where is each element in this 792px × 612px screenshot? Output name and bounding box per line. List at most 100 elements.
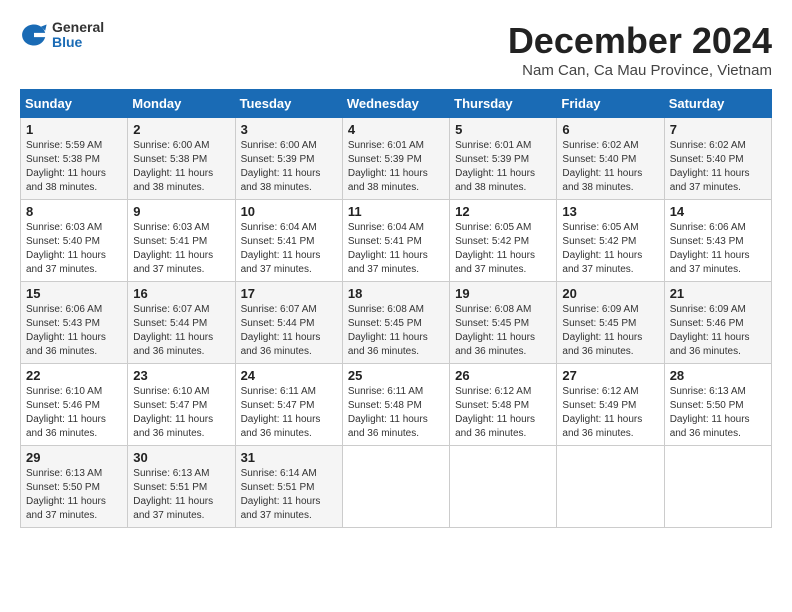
week-row-2: 8Sunrise: 6:03 AM Sunset: 5:40 PM Daylig… (21, 200, 772, 282)
day-detail: Sunrise: 6:13 AM Sunset: 5:51 PM Dayligh… (133, 467, 229, 523)
day-number: 11 (348, 204, 444, 219)
day-detail: Sunrise: 6:12 AM Sunset: 5:48 PM Dayligh… (455, 385, 551, 441)
day-detail: Sunrise: 6:12 AM Sunset: 5:49 PM Dayligh… (562, 385, 658, 441)
calendar-cell: 21 Sunrise: 6:09 AM Sunset: 5:46 PM Dayli… (664, 282, 771, 364)
day-number: 2 (133, 122, 229, 137)
day-number: 14 (670, 204, 766, 219)
logo-icon (20, 21, 48, 49)
calendar-cell (664, 446, 771, 528)
calendar-cell: 14 Sunrise: 6:06 AM Sunset: 5:43 PM Dayli… (664, 200, 771, 282)
day-number: 16 (133, 286, 229, 301)
calendar-cell: 15 Sunrise: 6:06 AM Sunset: 5:43 PM Dayli… (21, 282, 128, 364)
day-detail: Sunrise: 6:06 AM Sunset: 5:43 PM Dayligh… (26, 303, 122, 359)
header-wednesday: Wednesday (342, 90, 449, 118)
calendar-cell: 28Sunrise: 6:13 AM Sunset: 5:50 PM Dayli… (664, 364, 771, 446)
calendar-cell: 23 Sunrise: 6:10 AM Sunset: 5:47 PM Dayli… (128, 364, 235, 446)
calendar-cell: 3Sunrise: 6:00 AM Sunset: 5:39 PM Daylig… (235, 118, 342, 200)
day-detail: Sunrise: 6:07 AM Sunset: 5:44 PM Dayligh… (241, 303, 337, 359)
day-detail: Sunrise: 6:06 AM Sunset: 5:43 PM Dayligh… (670, 221, 766, 277)
calendar-cell: 7 Sunrise: 6:02 AM Sunset: 5:40 PM Daylig… (664, 118, 771, 200)
day-detail: Sunrise: 6:02 AM Sunset: 5:40 PM Dayligh… (670, 139, 766, 195)
day-detail: Sunrise: 6:02 AM Sunset: 5:40 PM Dayligh… (562, 139, 658, 195)
calendar-cell: 2 Sunrise: 6:00 AM Sunset: 5:38 PM Daylig… (128, 118, 235, 200)
day-detail: Sunrise: 6:08 AM Sunset: 5:45 PM Dayligh… (455, 303, 551, 359)
day-detail: Sunrise: 6:09 AM Sunset: 5:46 PM Dayligh… (670, 303, 766, 359)
calendar-cell: 29 Sunrise: 6:13 AM Sunset: 5:50 PM Dayli… (21, 446, 128, 528)
calendar-cell: 18 Sunrise: 6:08 AM Sunset: 5:45 PM Dayli… (342, 282, 449, 364)
day-detail: Sunrise: 6:05 AM Sunset: 5:42 PM Dayligh… (455, 221, 551, 277)
day-number: 31 (241, 450, 337, 465)
day-detail: Sunrise: 6:08 AM Sunset: 5:45 PM Dayligh… (348, 303, 444, 359)
day-number: 25 (348, 368, 444, 383)
month-title: December 2024 (508, 20, 772, 62)
day-detail: Sunrise: 6:00 AM Sunset: 5:38 PM Dayligh… (133, 139, 229, 195)
calendar-cell: 10 Sunrise: 6:04 AM Sunset: 5:41 PM Dayli… (235, 200, 342, 282)
header-friday: Friday (557, 90, 664, 118)
day-number: 7 (670, 122, 766, 137)
day-number: 5 (455, 122, 551, 137)
day-number: 4 (348, 122, 444, 137)
day-detail: Sunrise: 6:03 AM Sunset: 5:41 PM Dayligh… (133, 221, 229, 277)
calendar-cell (450, 446, 557, 528)
day-number: 18 (348, 286, 444, 301)
day-detail: Sunrise: 6:11 AM Sunset: 5:47 PM Dayligh… (241, 385, 337, 441)
day-number: 26 (455, 368, 551, 383)
day-number: 23 (133, 368, 229, 383)
header-saturday: Saturday (664, 90, 771, 118)
calendar-cell: 9 Sunrise: 6:03 AM Sunset: 5:41 PM Daylig… (128, 200, 235, 282)
logo-text: General Blue (52, 20, 104, 51)
calendar-cell: 31 Sunrise: 6:14 AM Sunset: 5:51 PM Dayli… (235, 446, 342, 528)
calendar-cell: 6 Sunrise: 6:02 AM Sunset: 5:40 PM Daylig… (557, 118, 664, 200)
page-header: General Blue December 2024 Nam Can, Ca M… (20, 20, 772, 79)
logo-general: General (52, 20, 104, 35)
header-thursday: Thursday (450, 90, 557, 118)
day-detail: Sunrise: 6:09 AM Sunset: 5:45 PM Dayligh… (562, 303, 658, 359)
day-detail: Sunrise: 6:10 AM Sunset: 5:47 PM Dayligh… (133, 385, 229, 441)
calendar-cell: 27Sunrise: 6:12 AM Sunset: 5:49 PM Dayli… (557, 364, 664, 446)
week-row-5: 29 Sunrise: 6:13 AM Sunset: 5:50 PM Dayli… (21, 446, 772, 528)
location: Nam Can, Ca Mau Province, Vietnam (508, 62, 772, 79)
header-row: SundayMondayTuesdayWednesdayThursdayFrid… (21, 90, 772, 118)
header-sunday: Sunday (21, 90, 128, 118)
day-number: 9 (133, 204, 229, 219)
day-detail: Sunrise: 6:04 AM Sunset: 5:41 PM Dayligh… (348, 221, 444, 277)
day-detail: Sunrise: 6:14 AM Sunset: 5:51 PM Dayligh… (241, 467, 337, 523)
day-number: 10 (241, 204, 337, 219)
day-number: 8 (26, 204, 122, 219)
logo: General Blue (20, 20, 104, 51)
day-detail: Sunrise: 6:01 AM Sunset: 5:39 PM Dayligh… (348, 139, 444, 195)
week-row-1: 1Sunrise: 5:59 AM Sunset: 5:38 PM Daylig… (21, 118, 772, 200)
day-detail: Sunrise: 6:04 AM Sunset: 5:41 PM Dayligh… (241, 221, 337, 277)
calendar-cell (342, 446, 449, 528)
header-monday: Monday (128, 90, 235, 118)
day-number: 22 (26, 368, 122, 383)
calendar-cell: 13Sunrise: 6:05 AM Sunset: 5:42 PM Dayli… (557, 200, 664, 282)
calendar-table: SundayMondayTuesdayWednesdayThursdayFrid… (20, 89, 772, 528)
week-row-4: 22Sunrise: 6:10 AM Sunset: 5:46 PM Dayli… (21, 364, 772, 446)
day-number: 29 (26, 450, 122, 465)
calendar-cell: 11 Sunrise: 6:04 AM Sunset: 5:41 PM Dayli… (342, 200, 449, 282)
logo-blue: Blue (52, 35, 104, 50)
calendar-cell: 26 Sunrise: 6:12 AM Sunset: 5:48 PM Dayli… (450, 364, 557, 446)
calendar-cell: 22Sunrise: 6:10 AM Sunset: 5:46 PM Dayli… (21, 364, 128, 446)
calendar-cell: 12 Sunrise: 6:05 AM Sunset: 5:42 PM Dayli… (450, 200, 557, 282)
calendar-cell: 30Sunrise: 6:13 AM Sunset: 5:51 PM Dayli… (128, 446, 235, 528)
day-number: 21 (670, 286, 766, 301)
day-number: 28 (670, 368, 766, 383)
header-tuesday: Tuesday (235, 90, 342, 118)
day-number: 6 (562, 122, 658, 137)
week-row-3: 15 Sunrise: 6:06 AM Sunset: 5:43 PM Dayli… (21, 282, 772, 364)
day-number: 20 (562, 286, 658, 301)
calendar-cell: 19 Sunrise: 6:08 AM Sunset: 5:45 PM Dayli… (450, 282, 557, 364)
day-detail: Sunrise: 6:13 AM Sunset: 5:50 PM Dayligh… (26, 467, 122, 523)
day-detail: Sunrise: 6:00 AM Sunset: 5:39 PM Dayligh… (241, 139, 337, 195)
calendar-cell: 8Sunrise: 6:03 AM Sunset: 5:40 PM Daylig… (21, 200, 128, 282)
calendar-cell: 17Sunrise: 6:07 AM Sunset: 5:44 PM Dayli… (235, 282, 342, 364)
day-number: 19 (455, 286, 551, 301)
day-number: 15 (26, 286, 122, 301)
calendar-cell: 4 Sunrise: 6:01 AM Sunset: 5:39 PM Daylig… (342, 118, 449, 200)
day-number: 12 (455, 204, 551, 219)
title-section: December 2024 Nam Can, Ca Mau Province, … (508, 20, 772, 79)
day-detail: Sunrise: 6:01 AM Sunset: 5:39 PM Dayligh… (455, 139, 551, 195)
calendar-cell: 1Sunrise: 5:59 AM Sunset: 5:38 PM Daylig… (21, 118, 128, 200)
